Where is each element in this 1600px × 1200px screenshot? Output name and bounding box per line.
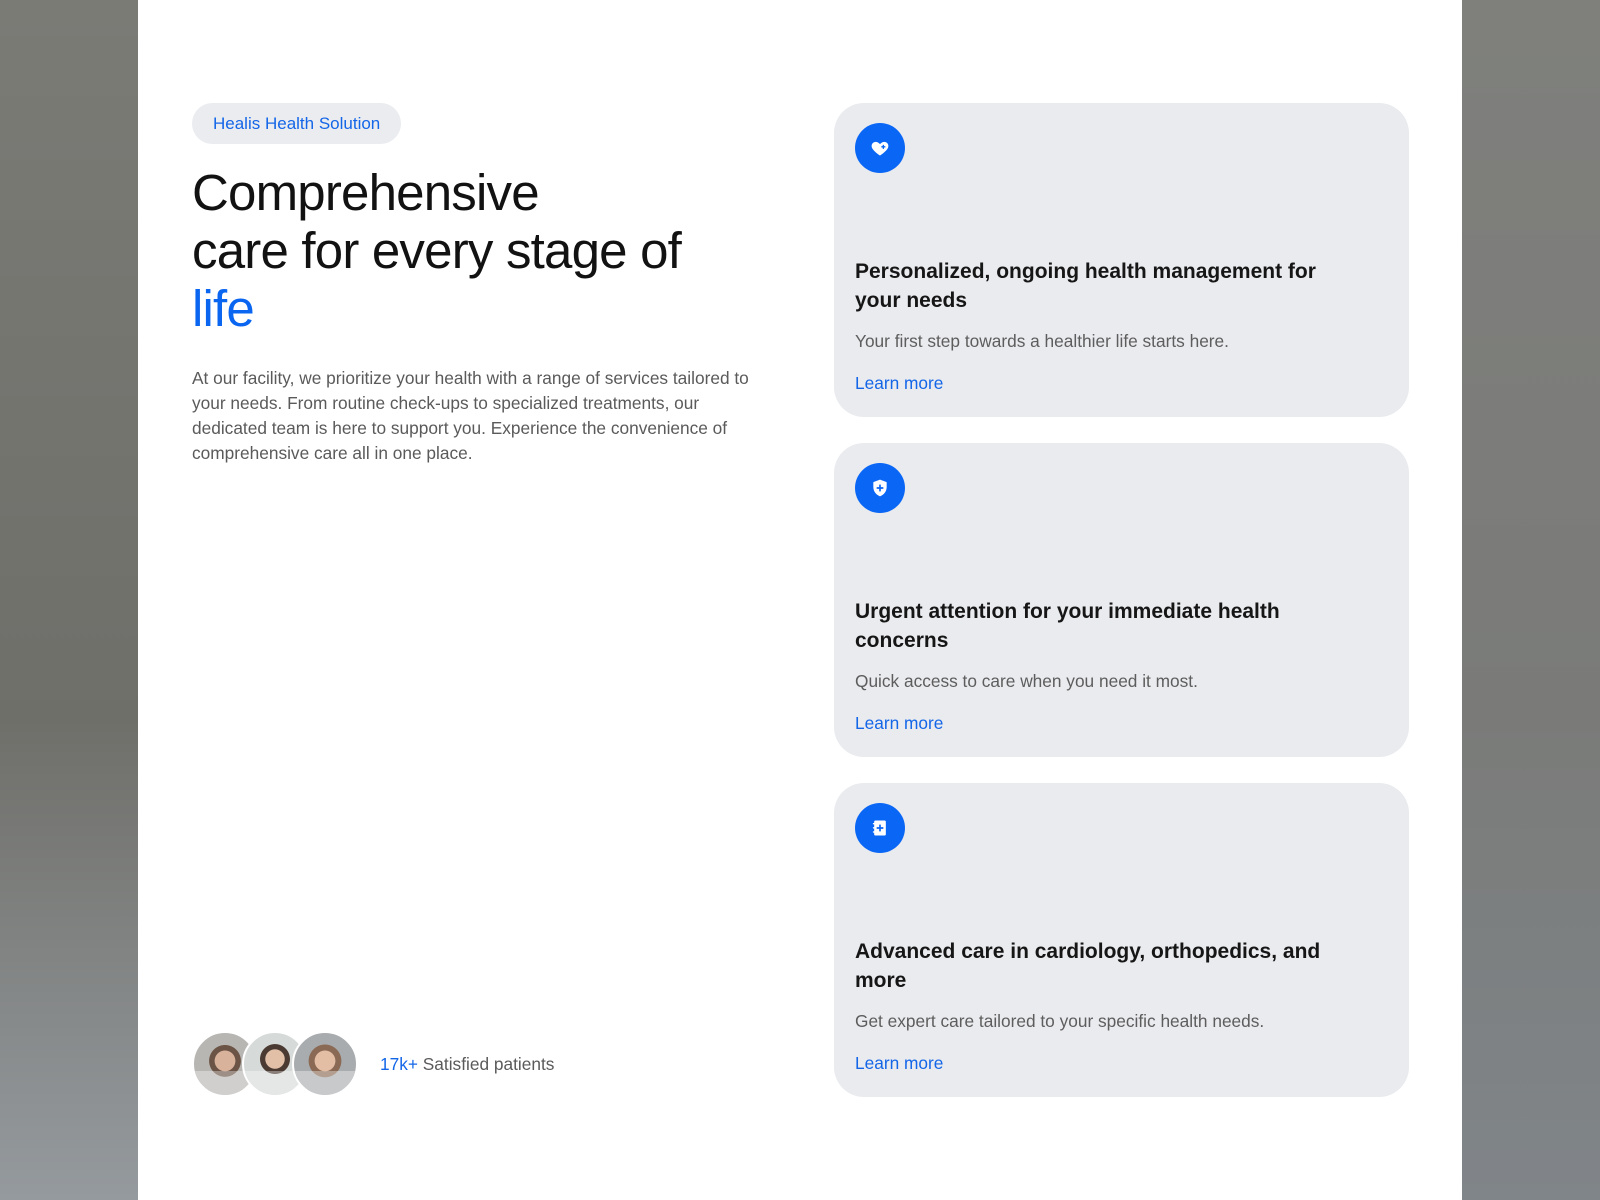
card-description: Your first step towards a healthier life…: [855, 331, 1229, 351]
service-card-primary-care: Personalized, ongoing health management …: [834, 103, 1409, 417]
medical-notebook-icon: [855, 803, 905, 853]
services-section: Healis Health Solution Comprehensive car…: [138, 0, 1462, 1200]
learn-more-link[interactable]: Learn more: [855, 373, 943, 394]
heart-plus-icon: [855, 123, 905, 173]
headline-line-2: care for every stage of: [192, 222, 682, 279]
heart-plus-glyph: [871, 141, 889, 156]
headline-line-1: Comprehensive: [192, 164, 540, 221]
service-cards: Personalized, ongoing health management …: [834, 103, 1409, 1123]
learn-more-link[interactable]: Learn more: [855, 1053, 943, 1074]
learn-more-link[interactable]: Learn more: [855, 713, 943, 734]
card-description: Get expert care tailored to your specifi…: [855, 1011, 1265, 1031]
hero-column: Healis Health Solution Comprehensive car…: [192, 103, 752, 466]
patient-avatar-3: [292, 1031, 358, 1097]
hero-headline: Comprehensive care for every stage of li…: [192, 164, 752, 338]
shield-plus-glyph: [873, 479, 887, 497]
medical-notebook-glyph: [872, 820, 886, 836]
card-title: Advanced care in cardiology, orthopedics…: [855, 940, 1321, 992]
headline-accent-word: life: [192, 280, 255, 337]
patient-avatar-group: [192, 1031, 358, 1097]
patients-label: Satisfied patients: [422, 1053, 555, 1074]
backdrop-left: [0, 0, 138, 1200]
card-description: Quick access to care when you need it mo…: [855, 671, 1198, 691]
shield-plus-icon: [855, 463, 905, 513]
service-card-urgent-care: Urgent attention for your immediate heal…: [834, 443, 1409, 757]
service-card-specialty-care: Advanced care in cardiology, orthopedics…: [834, 783, 1409, 1097]
backdrop-right: [1462, 0, 1600, 1200]
card-title: Personalized, ongoing health management …: [855, 260, 1316, 312]
patients-caption: 17k+ Satisfied patients: [380, 1054, 554, 1075]
brand-badge: Healis Health Solution: [192, 103, 402, 144]
hero-intro-text: At our facility, we prioritize your heal…: [192, 368, 749, 463]
card-title: Urgent attention for your immediate heal…: [855, 600, 1280, 652]
satisfied-patients: 17k+ Satisfied patients: [192, 1031, 554, 1097]
patients-count: 17k+: [380, 1053, 418, 1074]
